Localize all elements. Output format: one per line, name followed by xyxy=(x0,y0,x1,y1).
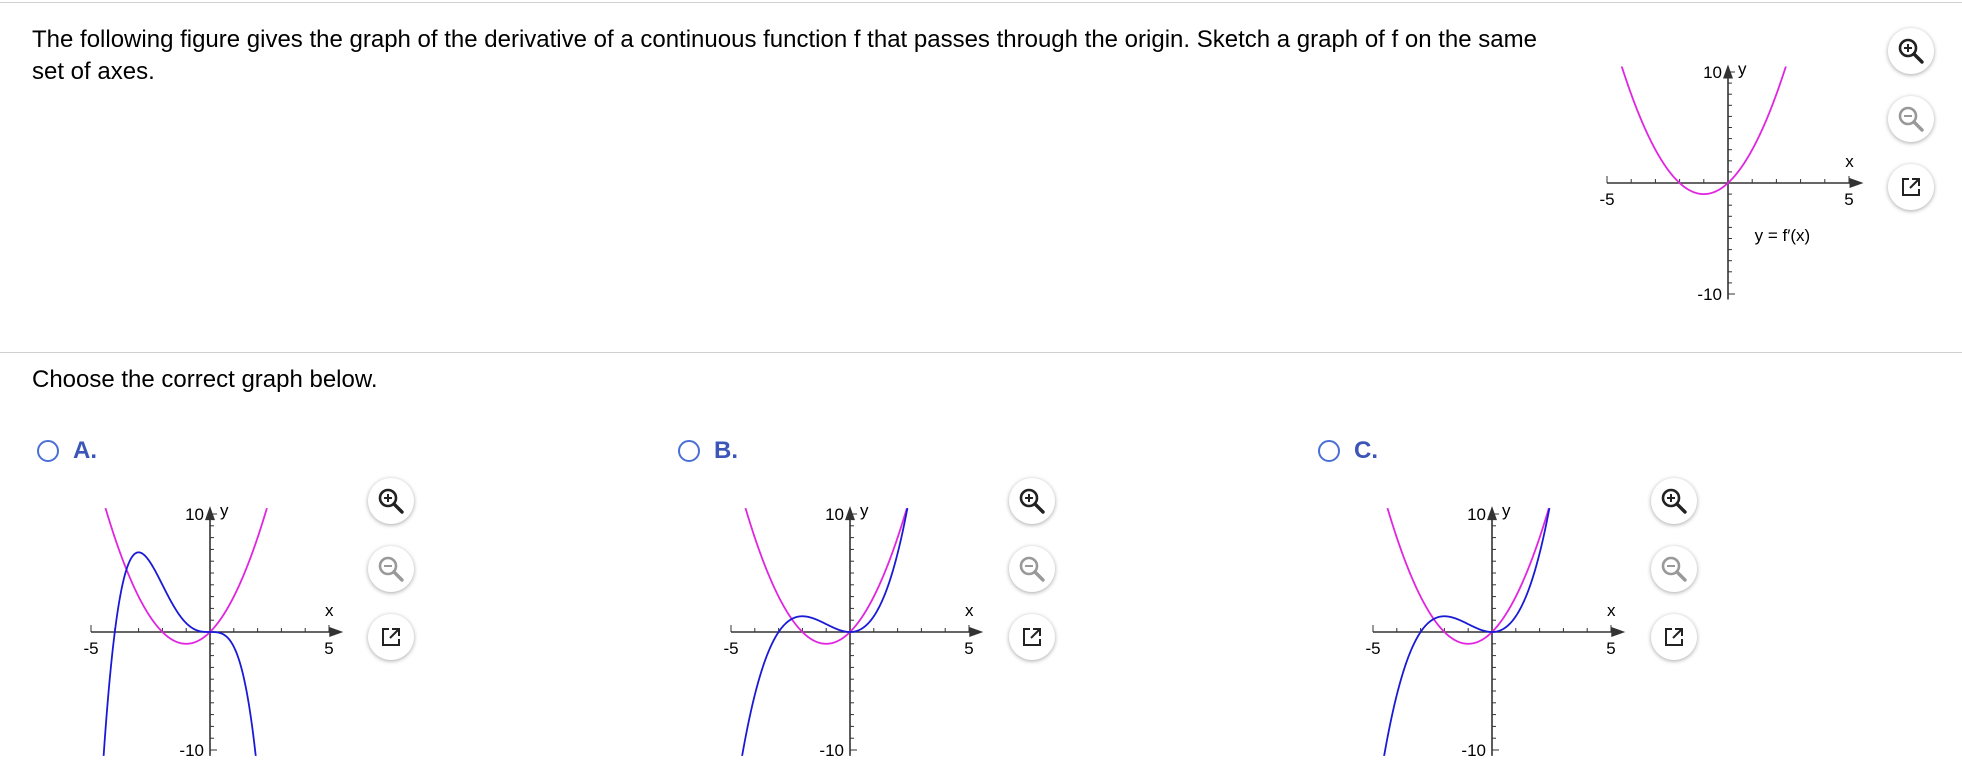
option-b-zoom-out-button[interactable] xyxy=(1009,546,1055,592)
y-tick-label-max: 10 xyxy=(1703,63,1722,82)
y-axis-label: y xyxy=(220,501,229,520)
zoom-out-icon xyxy=(1019,556,1045,582)
zoom-in-icon xyxy=(1661,488,1687,514)
y-axis-label: y xyxy=(1738,59,1747,78)
option-b-radio[interactable] xyxy=(678,440,700,462)
y-tick-label-min: -10 xyxy=(1461,741,1486,760)
x-tick-label-min: -5 xyxy=(1599,190,1614,209)
y-axis-arrow xyxy=(205,506,215,521)
y-axis-arrow xyxy=(1723,64,1733,79)
section-divider xyxy=(0,352,1962,353)
question-prompt: The following figure gives the graph of … xyxy=(32,26,1537,85)
zoom-out-icon xyxy=(1661,556,1687,582)
zoom-in-icon xyxy=(378,488,404,514)
axes xyxy=(1607,76,1856,300)
option-a[interactable]: A. xyxy=(37,437,97,465)
derivative-curve xyxy=(1620,66,1787,195)
x-axis-arrow xyxy=(969,627,984,637)
open-new-window-icon xyxy=(1023,628,1041,646)
zoom-out-icon xyxy=(378,556,404,582)
y-axis-label: y xyxy=(1502,501,1511,520)
x-tick-label-min: -5 xyxy=(1365,639,1380,658)
option-c-radio[interactable] xyxy=(1318,440,1340,462)
option-c[interactable]: C. xyxy=(1318,437,1378,465)
derivative-curve xyxy=(104,508,268,645)
zoom-in-button[interactable] xyxy=(1888,28,1934,74)
y-tick-label-min: -10 xyxy=(179,741,204,760)
y-tick-label-max: 10 xyxy=(825,505,844,524)
open-new-window-icon xyxy=(1902,178,1920,196)
y-tick-label-min: -10 xyxy=(819,741,844,760)
open-new-window-icon xyxy=(1665,628,1683,646)
option-c-zoom-in-button[interactable] xyxy=(1651,478,1697,524)
y-tick-label-max: 10 xyxy=(185,505,204,524)
x-tick-label-max: 5 xyxy=(964,639,973,658)
option-b-open-new-window-button[interactable] xyxy=(1009,614,1055,660)
zoom-in-icon xyxy=(1019,488,1045,514)
y-axis-arrow xyxy=(1487,506,1497,521)
choose-instruction: Choose the correct graph below. xyxy=(32,366,378,393)
zoom-out-button[interactable] xyxy=(1888,96,1934,142)
y-tick-label-min: -10 xyxy=(1697,285,1722,304)
x-tick-label-max: 5 xyxy=(1844,190,1853,209)
x-tick-label-min: -5 xyxy=(723,639,738,658)
option-b-zoom-in-button[interactable] xyxy=(1009,478,1055,524)
derivative-graph: -5 5 10 -10 x y y = f′(x) xyxy=(1599,20,1880,310)
curve-label: y = f′(x) xyxy=(1755,226,1811,245)
option-b-label: B. xyxy=(714,437,738,464)
option-a-label: A. xyxy=(73,437,97,464)
option-a-open-new-window-button[interactable] xyxy=(368,614,414,660)
axes xyxy=(91,518,336,756)
x-axis-arrow xyxy=(329,627,344,637)
derivative-curve xyxy=(744,508,908,645)
open-new-window-button[interactable] xyxy=(1888,164,1934,210)
axes xyxy=(731,518,976,756)
x-tick-label-max: 5 xyxy=(1606,639,1615,658)
x-axis-arrow xyxy=(1611,627,1626,637)
zoom-out-icon xyxy=(1898,106,1924,132)
x-tick-label-min: -5 xyxy=(83,639,98,658)
y-axis-arrow xyxy=(845,506,855,521)
option-a-radio[interactable] xyxy=(37,440,59,462)
option-c-zoom-out-button[interactable] xyxy=(1651,546,1697,592)
option-c-open-new-window-button[interactable] xyxy=(1651,614,1697,660)
option-a-graph: -5 5 10 -10 x y xyxy=(70,478,360,760)
option-a-zoom-out-button[interactable] xyxy=(368,546,414,592)
top-divider xyxy=(0,2,1962,3)
option-c-label: C. xyxy=(1354,437,1378,464)
zoom-in-icon xyxy=(1898,38,1924,64)
option-b[interactable]: B. xyxy=(678,437,738,465)
x-tick-label-max: 5 xyxy=(324,639,333,658)
x-axis-arrow xyxy=(1849,178,1864,188)
option-a-zoom-in-button[interactable] xyxy=(368,478,414,524)
open-new-window-icon xyxy=(382,628,400,646)
x-axis-label: x xyxy=(1845,152,1854,171)
y-axis-label: y xyxy=(860,501,869,520)
derivative-curve xyxy=(1386,508,1550,645)
x-axis-label: x xyxy=(325,601,334,620)
x-axis-label: x xyxy=(1607,601,1616,620)
y-tick-label-max: 10 xyxy=(1467,505,1486,524)
option-b-graph: -5 5 10 -10 x y xyxy=(710,478,1000,760)
x-axis-label: x xyxy=(965,601,974,620)
axes xyxy=(1373,518,1618,756)
option-c-graph: -5 5 10 -10 x y xyxy=(1352,478,1642,760)
